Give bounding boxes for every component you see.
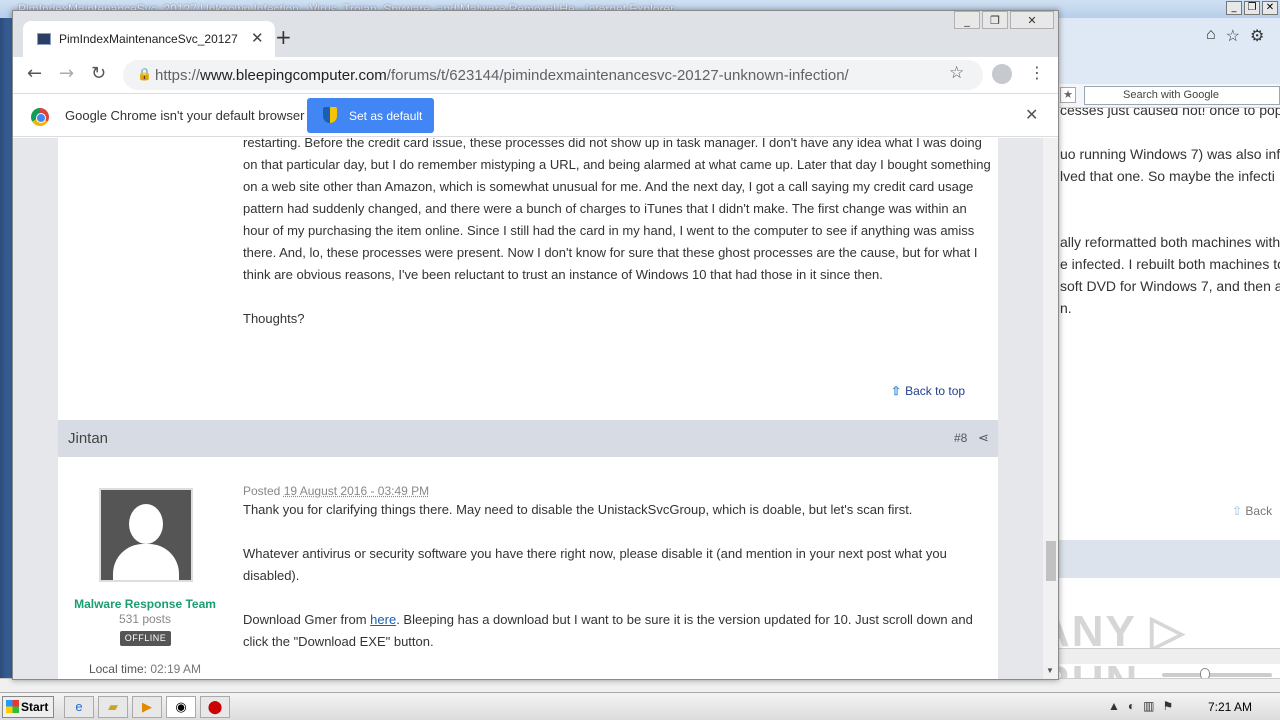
vertical-scrollbar[interactable]: ▼ (1043, 138, 1058, 679)
security-taskbar-icon[interactable]: ⬤ (200, 696, 230, 718)
site-favicon-icon (37, 33, 51, 45)
ie-back-to-top-link[interactable]: ⇧ Back (1232, 504, 1272, 518)
url-text[interactable]: https://www.bleepingcomputer.com/forums/… (155, 67, 849, 84)
ie-window-controls: _ ❐ ✕ (1226, 1, 1278, 15)
forward-arrow-icon[interactable]: → (59, 63, 74, 84)
home-icon[interactable]: ⌂ (1206, 26, 1216, 46)
ie-search-input[interactable]: Search with Google (1084, 86, 1280, 105)
menu-dots-icon[interactable]: ⋮ (1029, 63, 1045, 82)
ie-taskbar-icon[interactable]: e (64, 696, 94, 718)
status-badge: OFFLINE (120, 631, 171, 646)
post-author-name[interactable]: Jintan (68, 430, 108, 447)
favorites-star-icon[interactable]: ☆ (1226, 26, 1240, 46)
up-arrow-icon: ⇧ (891, 384, 902, 398)
ie-post-header (1058, 540, 1280, 578)
taskbar: Start e ▰ ▶ ◉ ⬤ ▲ ◐ ▥ ⚑ 7:21 AM (0, 692, 1280, 720)
infobar-message: Google Chrome isn't your default browser (65, 108, 305, 123)
back-arrow-icon[interactable]: ← (27, 63, 42, 84)
post-paragraph: Download Gmer from here. Bleeping has a … (243, 612, 973, 649)
post-7-card: restarting. Before the credit card issue… (58, 138, 998, 420)
address-bar[interactable]: 🔒 https://www.bleepingcomputer.com/forum… (123, 60, 983, 90)
ie-zoom-slider[interactable] (1162, 673, 1272, 677)
ie-close-button[interactable]: ✕ (1262, 1, 1278, 15)
default-browser-infobar: Google Chrome isn't your default browser… (13, 93, 1058, 137)
post-number-link[interactable]: #8 (954, 431, 967, 445)
tab-strip: PimIndexMaintenanceSvc_20127 Unkn ✕ + _ … (13, 11, 1058, 57)
ie-text-line: lved that one. So maybe the infecti (1060, 168, 1275, 184)
lock-icon[interactable]: 🔒 (137, 67, 152, 81)
reload-icon[interactable]: ↻ (91, 63, 106, 84)
tab-close-icon[interactable]: ✕ (251, 29, 264, 47)
forum-page: restarting. Before the credit card issue… (13, 138, 1058, 679)
avatar[interactable] (99, 488, 193, 582)
scroll-down-arrow-icon[interactable]: ▼ (1046, 666, 1054, 675)
clock[interactable]: 7:21 AM (1208, 700, 1252, 714)
ie-text-line: n. (1060, 300, 1072, 316)
scrollbar-thumb[interactable] (1046, 541, 1056, 581)
ie-minimize-button[interactable]: _ (1226, 1, 1242, 15)
chrome-window-controls: _ ❐ ✕ (952, 11, 1054, 29)
ie-text-line: e infected. I rebuilt both machines to (1060, 256, 1280, 272)
post-7-body: restarting. Before the credit card issue… (243, 138, 993, 352)
member-group: Malware Response Team (74, 597, 216, 611)
ie-text-line: cesses just caused not! once to pop (1060, 108, 1280, 118)
gmer-download-link[interactable]: here (370, 612, 396, 627)
ie-text-line: ally reformatted both machines with (1060, 234, 1280, 250)
chrome-toolbar: ← → ↻ 🔒 https://www.bleepingcomputer.com… (13, 57, 1058, 93)
set-as-default-button[interactable]: Set as default (307, 98, 434, 133)
gear-icon[interactable]: ⚙ (1250, 26, 1264, 46)
volume-icon[interactable]: ◐ (1128, 699, 1135, 713)
posted-date: Posted 19 August 2016 - 03:49 PM (243, 484, 430, 498)
post-paragraph: restarting. Before the credit card issue… (243, 138, 991, 282)
post-paragraph: Thank you for clarifying things there. M… (243, 502, 913, 517)
post-paragraph: Whatever antivirus or security software … (243, 546, 947, 583)
new-tab-button[interactable]: + (275, 25, 292, 49)
infobar-close-icon[interactable]: ✕ (1025, 105, 1038, 124)
ie-toolbar-icons: ⌂ ☆ ⚙ (1206, 26, 1264, 46)
profile-avatar-icon[interactable] (992, 64, 1012, 84)
bookmark-star-icon[interactable]: ☆ (949, 63, 964, 83)
post-8-header: Jintan #8 ⋖ (58, 420, 998, 457)
post-8-body: Thank you for clarifying things there. M… (243, 499, 993, 675)
tab-title: PimIndexMaintenanceSvc_20127 Unkn (59, 32, 241, 46)
post-count: 531 posts (118, 612, 172, 626)
tray-expand-icon[interactable]: ▲ (1108, 699, 1120, 713)
back-to-top-link[interactable]: ⇧ Back to top (891, 384, 965, 398)
desktop-edge (0, 18, 12, 678)
local-time: Local time: 02:19 AM (88, 662, 202, 676)
ie-horizontal-scrollbar[interactable] (1058, 648, 1280, 664)
ie-page-content: cesses just caused not! once to pop uo r… (1058, 108, 1280, 678)
windows-logo-icon (6, 700, 19, 713)
chrome-taskbar-icon[interactable]: ◉ (166, 696, 196, 718)
media-player-taskbar-icon[interactable]: ▶ (132, 696, 162, 718)
post-8-card: Malware Response Team 531 posts OFFLINE … (58, 457, 998, 679)
post-paragraph: Thoughts? (243, 311, 305, 326)
share-icon[interactable]: ⋖ (978, 430, 989, 446)
flag-icon[interactable]: ⚑ (1162, 699, 1173, 713)
chrome-logo-icon (31, 108, 49, 126)
shield-icon (323, 107, 337, 123)
ie-text-line: soft DVD for Windows 7, and then a (1060, 278, 1280, 294)
chrome-restore-button[interactable]: ❐ (982, 11, 1008, 29)
system-tray: ▲ ◐ ▥ ⚑ (1108, 699, 1173, 713)
ie-statusbar (0, 678, 1280, 692)
ie-text-line: uo running Windows 7) was also inf (1060, 146, 1280, 162)
start-button[interactable]: Start (2, 696, 54, 718)
explorer-taskbar-icon[interactable]: ▰ (98, 696, 128, 718)
network-icon[interactable]: ▥ (1143, 699, 1154, 713)
ie-restore-button[interactable]: ❐ (1244, 1, 1260, 15)
add-favorite-icon[interactable]: ★ (1060, 87, 1076, 103)
chrome-close-button[interactable]: ✕ (1010, 11, 1054, 29)
chrome-minimize-button[interactable]: _ (954, 11, 980, 29)
browser-tab[interactable]: PimIndexMaintenanceSvc_20127 Unkn ✕ (23, 21, 275, 57)
chrome-window: PimIndexMaintenanceSvc_20127 Unkn ✕ + _ … (12, 10, 1059, 680)
